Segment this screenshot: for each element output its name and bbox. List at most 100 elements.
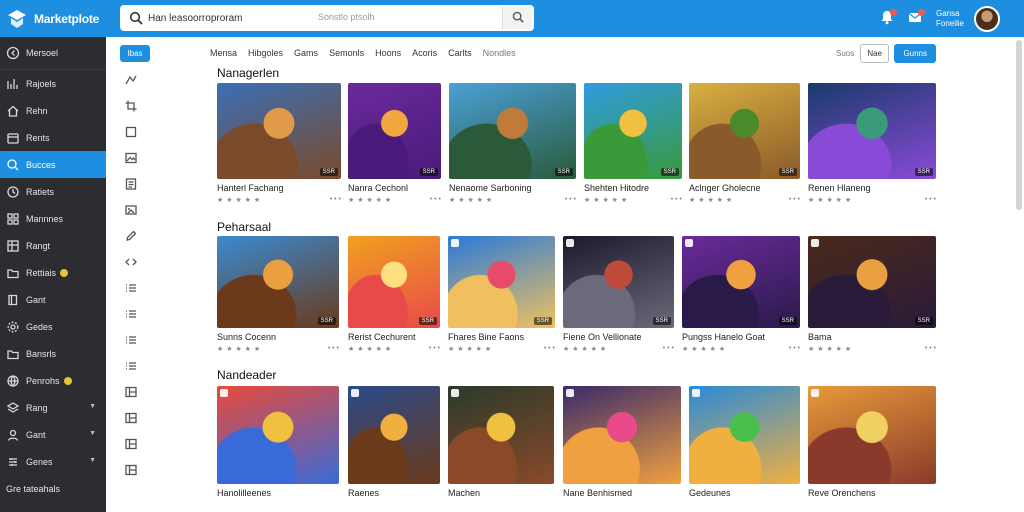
game-thumbnail[interactable] xyxy=(348,386,440,484)
card-title[interactable]: Gedeunes xyxy=(689,488,731,498)
game-card[interactable]: Reve Orenchens xyxy=(808,386,936,512)
game-card[interactable]: Nane Benhismed xyxy=(563,386,681,512)
list-icon[interactable] xyxy=(124,333,138,347)
game-card[interactable]: Machen xyxy=(448,386,554,512)
card-more[interactable]: • • • xyxy=(330,196,341,203)
game-thumbnail[interactable]: SSR xyxy=(448,236,555,328)
game-card[interactable]: SSR Fiene On Vellionate ★ ★ ★ ★ ★ • • • xyxy=(563,236,674,358)
image-icon[interactable] xyxy=(124,151,138,165)
game-card[interactable]: SSR Bama ★ ★ ★ ★ ★ • • • xyxy=(808,236,936,358)
sidebar-item[interactable]: Rehn xyxy=(0,97,106,124)
card-more[interactable]: • • • xyxy=(430,196,441,203)
game-thumbnail[interactable]: SSR xyxy=(217,83,341,179)
document-icon[interactable] xyxy=(124,177,138,191)
card-title[interactable]: Fiene On Vellionate xyxy=(563,332,642,342)
card-title[interactable]: Hanolilleenes xyxy=(217,488,271,498)
layout-icon[interactable] xyxy=(124,463,138,477)
sidebar-item[interactable]: Rettiais xyxy=(0,259,106,286)
search-input[interactable] xyxy=(148,6,308,30)
game-card[interactable]: SSR Aclnger Gholecne ★ ★ ★ ★ ★ • • • xyxy=(689,83,800,209)
game-card[interactable]: Gedeunes xyxy=(689,386,800,512)
card-title[interactable]: Machen xyxy=(448,488,480,498)
sidebar-item[interactable]: Mnasees Guls xyxy=(0,502,106,512)
messages-button[interactable] xyxy=(904,8,926,30)
layout-icon[interactable] xyxy=(124,411,138,425)
filter-tab[interactable]: Semonls xyxy=(329,48,364,58)
game-thumbnail[interactable] xyxy=(217,386,339,484)
card-title[interactable]: Nenaome Sarboning xyxy=(449,183,532,193)
game-thumbnail[interactable]: SSR xyxy=(449,83,576,179)
card-more[interactable]: • • • xyxy=(925,196,936,203)
card-more[interactable]: • • • xyxy=(429,345,440,352)
card-title[interactable]: Nane Benhismed xyxy=(563,488,632,498)
sidebar-item[interactable]: Rang ▼ xyxy=(0,394,106,421)
sidebar-item[interactable]: Bansrls xyxy=(0,340,106,367)
pencil-icon[interactable] xyxy=(124,229,138,243)
filter-tab[interactable]: Gams xyxy=(294,48,318,58)
filter-tab[interactable]: Hoons xyxy=(375,48,401,58)
card-title[interactable]: Nanra Cechonl xyxy=(348,183,408,193)
game-card[interactable]: SSR Sunns Cocenn ★ ★ ★ ★ ★ • • • xyxy=(217,236,339,358)
game-card[interactable]: SSR Pungss Hanelo Goat ★ ★ ★ ★ ★ • • • xyxy=(682,236,800,358)
sidebar-item[interactable]: Bucces xyxy=(0,151,106,178)
game-thumbnail[interactable]: SSR xyxy=(808,83,936,179)
game-card[interactable]: SSR Hanterl Fachang ★ ★ ★ ★ ★ • • • xyxy=(217,83,341,209)
game-card[interactable]: SSR Nenaome Sarboning ★ ★ ★ ★ ★ • • • xyxy=(449,83,576,209)
game-thumbnail[interactable]: SSR xyxy=(584,83,682,179)
card-more[interactable]: • • • xyxy=(663,345,674,352)
list-icon[interactable] xyxy=(124,307,138,321)
card-more[interactable]: • • • xyxy=(789,345,800,352)
game-thumbnail[interactable] xyxy=(563,386,681,484)
card-more[interactable]: • • • xyxy=(328,345,339,352)
sidebar-item[interactable]: Genes ▼ xyxy=(0,448,106,475)
card-title[interactable]: Hanterl Fachang xyxy=(217,183,284,193)
gallery-icon[interactable] xyxy=(124,203,138,217)
game-card[interactable]: SSR Nanra Cechonl ★ ★ ★ ★ ★ • • • xyxy=(348,83,441,209)
card-title[interactable]: Bama xyxy=(808,332,832,342)
secondary-button[interactable]: Nae xyxy=(860,44,890,63)
sidebar-item[interactable]: Gre tateahals xyxy=(0,475,106,502)
filter-tab[interactable]: Hibgoles xyxy=(248,48,283,58)
notifications-button[interactable] xyxy=(876,8,898,30)
card-title[interactable]: Sunns Cocenn xyxy=(217,332,276,342)
code-icon[interactable] xyxy=(124,255,138,269)
sidebar-item[interactable]: Gedes xyxy=(0,313,106,340)
list-icon[interactable] xyxy=(124,359,138,373)
card-more[interactable]: • • • xyxy=(671,196,682,203)
filter-tab[interactable]: Acoris xyxy=(412,48,437,58)
sidebar-item[interactable]: Rents xyxy=(0,124,106,151)
game-thumbnail[interactable]: SSR xyxy=(348,83,441,179)
card-title[interactable]: Shehten Hitodre xyxy=(584,183,649,193)
card-title[interactable]: Reve Orenchens xyxy=(808,488,876,498)
card-more[interactable]: • • • xyxy=(925,345,936,352)
game-card[interactable]: Raenes xyxy=(348,386,440,512)
game-card[interactable]: SSR Fhares Bine Faons ★ ★ ★ ★ ★ • • • xyxy=(448,236,555,358)
rail-primary-button[interactable]: Ibas xyxy=(120,45,150,62)
sidebar-item[interactable]: Rangt xyxy=(0,232,106,259)
app-logo[interactable]: Marketplote xyxy=(0,8,118,30)
card-more[interactable]: • • • xyxy=(544,345,555,352)
game-thumbnail[interactable] xyxy=(689,386,800,484)
card-more[interactable]: • • • xyxy=(565,196,576,203)
sidebar-item[interactable]: Gant ▼ xyxy=(0,421,106,448)
game-thumbnail[interactable] xyxy=(808,386,936,484)
game-thumbnail[interactable]: SSR xyxy=(563,236,674,328)
filter-tab[interactable]: Carlts xyxy=(448,48,472,58)
filter-tab[interactable]: Nondles xyxy=(483,48,516,58)
game-card[interactable]: Hanolilleenes xyxy=(217,386,339,512)
scrollbar[interactable] xyxy=(1016,40,1022,210)
sidebar-item[interactable]: Penrohs xyxy=(0,367,106,394)
card-title[interactable]: Pungss Hanelo Goat xyxy=(682,332,765,342)
game-card[interactable]: SSR Rerist Cechurent ★ ★ ★ ★ ★ • • • xyxy=(348,236,440,358)
crop-icon[interactable] xyxy=(124,99,138,113)
card-title[interactable]: Fhares Bine Faons xyxy=(448,332,524,342)
filter-tab[interactable]: Mensa xyxy=(210,48,237,58)
search-button[interactable] xyxy=(502,7,532,29)
user-info[interactable]: Gansa Foneilie xyxy=(936,9,964,29)
game-card[interactable]: SSR Renen Hlaneng ★ ★ ★ ★ ★ • • • xyxy=(808,83,936,209)
avatar[interactable] xyxy=(974,5,1000,32)
trend-icon[interactable] xyxy=(124,73,138,87)
list-icon[interactable] xyxy=(124,281,138,295)
card-title[interactable]: Raenes xyxy=(348,488,379,498)
game-thumbnail[interactable]: SSR xyxy=(217,236,339,328)
